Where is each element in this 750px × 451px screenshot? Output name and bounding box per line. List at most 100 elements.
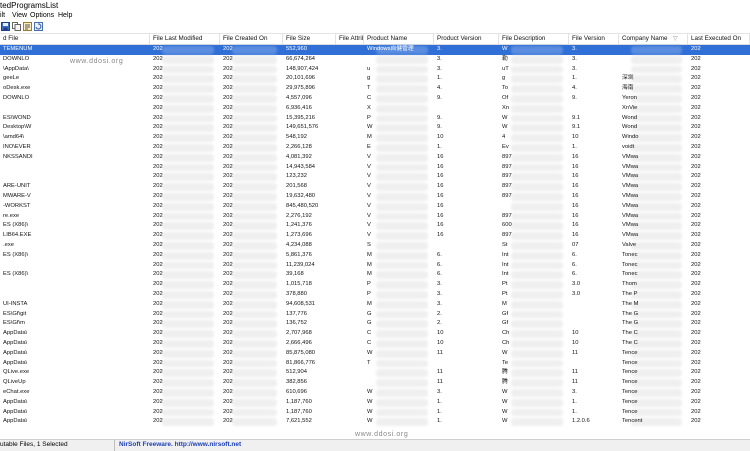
col-product-version[interactable]: Product Version bbox=[434, 34, 499, 44]
table-row[interactable]: eChat.exe 202 202 610,696 W 3. W 3. Tence 202 bbox=[0, 388, 750, 398]
col-company-name-label: Company Name bbox=[622, 35, 668, 42]
table-cell-desc: Ch bbox=[502, 330, 510, 337]
table-cell-desc: Int bbox=[502, 251, 509, 258]
col-product-name[interactable]: Product Name bbox=[364, 34, 434, 44]
table-cell-last: 202 bbox=[691, 320, 701, 327]
table-row[interactable]: ES\Gf\m 202 202 136,752 G 2. Gf The G 202 bbox=[0, 319, 750, 329]
table-row[interactable]: 202 202 14,943,584 V 16 897 16 VMwa 202 bbox=[0, 163, 750, 173]
table-row[interactable]: AppData\ 202 202 7,621,552 W 1. W 1.2.0.6 Tencen… bbox=[0, 417, 750, 427]
table-cell-company: VMwa bbox=[622, 163, 639, 170]
table-cell-fver: 1. bbox=[572, 144, 577, 150]
table-cell-desc: 897 bbox=[502, 193, 512, 199]
watermark-text: www.ddosi.org bbox=[70, 58, 124, 65]
table-row[interactable]: ARE-UNIT 202 202 201,568 V 16 897 16 VMwa 202 bbox=[0, 182, 750, 192]
table-cell-attr bbox=[336, 123, 364, 133]
table-row[interactable]: QLive.exe 202 202 512,904 11 腾 11 Tence 202 bbox=[0, 368, 750, 378]
table-cell-product bbox=[364, 55, 434, 65]
table-cell-company: Wond bbox=[622, 124, 638, 131]
col-last-modified[interactable]: File Last Modified bbox=[150, 34, 220, 44]
table-row[interactable]: 202 202 1,015,718 P 3. Pt 3.0 Thom 202 bbox=[0, 280, 750, 290]
table-cell-pver: 10 bbox=[437, 134, 444, 141]
table-cell-desc: W bbox=[502, 124, 508, 131]
table-cell-file bbox=[0, 172, 150, 182]
table-row[interactable]: 202 202 11,239,024 M 6. Int 6. Tonec 202 bbox=[0, 261, 750, 271]
table-cell-modified: 202 bbox=[153, 389, 163, 395]
table-row[interactable]: geeLe 202 202 20,101,696 g 1. g 1. 深圳 202 bbox=[0, 74, 750, 84]
table-row[interactable]: re.exe 202 202 2,276,192 V 16 897 16 VMwa 202 bbox=[0, 212, 750, 222]
table-cell-company: Tence bbox=[622, 389, 638, 395]
table-row[interactable]: NKSSANDI 202 202 4,081,392 V 16 897 16 VMwa 202 bbox=[0, 153, 750, 163]
table-row[interactable]: ES\WOND 202 202 15,395,216 P 9. W 9.1 Wond 202 bbox=[0, 114, 750, 124]
table-cell-last: 202 bbox=[691, 300, 701, 307]
table-row[interactable]: UI-INSTA 202 202 94,608,531 M 3. M The M 202 bbox=[0, 300, 750, 310]
menu-file[interactable]: ilt bbox=[0, 12, 5, 19]
table-row[interactable]: AppData\ 202 202 2,707,968 C 10 Ch 10 The C 202 bbox=[0, 329, 750, 339]
table-row[interactable]: ES (X86)\ 202 202 5,861,376 M 6. Int 6. Tonec 202 bbox=[0, 251, 750, 261]
table-cell-last: 202 bbox=[691, 359, 701, 366]
menu-help[interactable]: Help bbox=[58, 12, 72, 19]
col-file-attributes[interactable]: File Attribu... bbox=[336, 34, 364, 44]
properties-icon[interactable] bbox=[23, 22, 32, 31]
table-row[interactable]: ES (X86)\ 202 202 1,241,376 V 16 600 16 VMwa 202 bbox=[0, 221, 750, 231]
col-file-description[interactable]: File Description bbox=[499, 34, 569, 44]
col-file[interactable]: d File bbox=[0, 34, 150, 44]
table-row[interactable]: 202 202 378,880 P 3. Pt 3.0 The P 202 bbox=[0, 290, 750, 300]
programs-table[interactable]: d File File Last Modified File Created O… bbox=[0, 34, 750, 439]
table-cell-modified: 202 bbox=[153, 85, 163, 92]
table-row[interactable]: INO\EVER 202 202 2,266,128 E 1. Ev 1. voidt 202 bbox=[0, 143, 750, 153]
nirsoft-link[interactable]: NirSoft Freeware. http://www.nirsoft.net bbox=[119, 441, 241, 448]
table-cell-file: QLive.exe bbox=[3, 369, 30, 376]
table-row[interactable]: \AppData\ 202 202 148,907,424 u 3. uT 3. 202 bbox=[0, 65, 750, 75]
table-row[interactable]: AppData\ 202 202 81,866,776 T Te Tence 202 bbox=[0, 359, 750, 369]
table-cell-created: 202 bbox=[223, 222, 233, 229]
table-cell-company: Tence bbox=[622, 379, 638, 386]
table-row[interactable]: 202 202 123,232 V 16 897 16 VMwa 202 bbox=[0, 172, 750, 182]
table-row[interactable]: Desktop\W 202 202 149,651,576 W 9. W 9.1 Wond 202 bbox=[0, 123, 750, 133]
menu-options[interactable]: Options bbox=[30, 12, 54, 19]
col-created-on[interactable]: File Created On bbox=[220, 34, 283, 44]
table-row[interactable]: .exe 202 202 4,234,088 S St 07 Valve 202 bbox=[0, 241, 750, 251]
table-row[interactable]: AppData\ 202 202 1,187,760 W 1. W 1. Tence 202 bbox=[0, 398, 750, 408]
table-row[interactable]: 202 202 6,936,416 X Xn XnVie 202 bbox=[0, 104, 750, 114]
table-row[interactable]: ES (X86)\ 202 202 39,168 M 6. Int 6. Tonec 202 bbox=[0, 270, 750, 280]
table-cell-attr bbox=[336, 231, 364, 241]
menu-view[interactable]: View bbox=[12, 12, 27, 19]
table-cell-desc: St bbox=[502, 242, 508, 248]
col-file-version[interactable]: File Version bbox=[569, 34, 619, 44]
table-cell-company: The C bbox=[622, 340, 638, 346]
table-row[interactable]: AppData\ 202 202 2,666,496 C 10 Ch 10 The C 202 bbox=[0, 339, 750, 349]
table-cell-pver: 11 bbox=[437, 349, 444, 356]
table-row[interactable]: -WORKST 202 202 845,480,520 V 16 16 VMwa 202 bbox=[0, 202, 750, 212]
col-file-size[interactable]: File Size bbox=[283, 34, 336, 44]
table-cell-file: \amd64\ bbox=[3, 134, 24, 141]
table-cell-attr bbox=[336, 417, 364, 427]
table-row[interactable]: \amd64\ 202 202 548,192 M 10 4 10 Windo 202 bbox=[0, 133, 750, 143]
table-cell-file: AppData\ bbox=[3, 359, 28, 366]
table-row[interactable]: LIB64.EXE 202 202 1,273,696 V 16 897 16 VMwa 202 bbox=[0, 231, 750, 241]
table-row[interactable]: MWARE-V 202 202 19,632,480 V 16 897 16 VMwa 202 bbox=[0, 192, 750, 202]
table-cell-size: 2,276,192 bbox=[286, 212, 312, 219]
save-icon[interactable] bbox=[1, 22, 10, 31]
table-cell-company: The G bbox=[622, 320, 639, 327]
table-cell-fver: 3. bbox=[572, 65, 577, 72]
table-cell-company: Tence bbox=[622, 369, 638, 376]
table-cell-product: P bbox=[367, 114, 371, 121]
table-cell-created: 202 bbox=[223, 95, 233, 101]
table-cell-size: 5,861,376 bbox=[286, 251, 312, 258]
refresh-icon[interactable] bbox=[34, 22, 43, 31]
table-cell-fver: 1. bbox=[572, 408, 577, 415]
col-last-executed[interactable]: Last Executed On bbox=[688, 34, 750, 44]
table-row[interactable]: AppData\ 202 202 85,875,080 W 11 W 11 Tence 202 bbox=[0, 349, 750, 359]
table-row[interactable]: DOWNLO 202 202 4,557,096 C 9. Of 9. Yeron 202 bbox=[0, 94, 750, 104]
table-row[interactable]: QLiveUp 202 202 382,856 11 腾 11 Tence 202 bbox=[0, 378, 750, 388]
table-cell-company: Thom bbox=[622, 281, 637, 288]
table-row[interactable]: ES\Gf\git 202 202 137,776 G 2. Gf The G 202 bbox=[0, 310, 750, 320]
table-cell-modified: 202 bbox=[153, 144, 163, 150]
table-row[interactable]: TEMENUM 202 202 552,960 Windows自健管理 3. W 3. 202 bbox=[0, 45, 750, 55]
table-row[interactable]: oDesk.exe 202 202 29,975,896 T 4. To 4. 海南 202 bbox=[0, 84, 750, 94]
title-bar: tedProgramsList bbox=[0, 0, 750, 11]
table-cell-fver: 16 bbox=[572, 173, 579, 180]
table-row[interactable]: AppData\ 202 202 1,187,760 W 1. W 1. Tence 202 bbox=[0, 408, 750, 418]
copy-icon[interactable] bbox=[12, 22, 21, 31]
col-company-name[interactable]: Company Name ▽ bbox=[619, 34, 688, 44]
